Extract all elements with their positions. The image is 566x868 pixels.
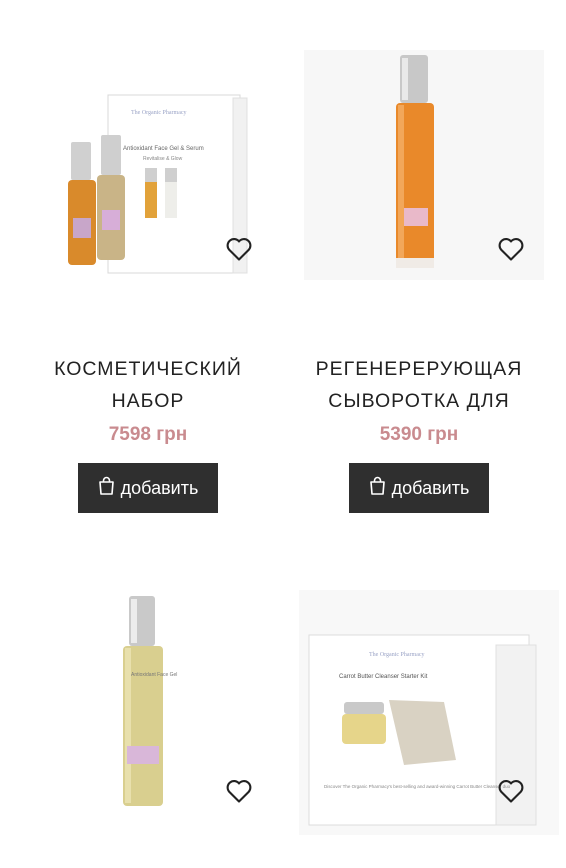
add-to-cart-button[interactable]: добавить	[78, 463, 218, 513]
box-subtext: Revitalise & Glow	[143, 156, 183, 162]
product-price: 5390 грн	[379, 424, 459, 445]
product-image[interactable]: The Organic Pharmacy Antioxidant Face Ge…	[13, 50, 283, 310]
product-card: РЕГЕНЕРЕРУЮЩАЯ СЫВОРОТКА ДЛЯ 5390 грн до…	[284, 50, 554, 520]
bottle-text: Antioxidant Face Gel	[131, 672, 177, 678]
product-title[interactable]: РЕГЕНЕРЕРУЮЩАЯ СЫВОРОТКА ДЛЯ	[284, 353, 554, 417]
box-text: Carrot Butter Cleanser Starter Kit	[339, 674, 428, 680]
product-card: The Organic Pharmacy Antioxidant Face Ge…	[13, 50, 283, 520]
wishlist-heart-icon[interactable]	[497, 236, 525, 262]
box-caption: Discover The Organic Pharmacy's best-sel…	[324, 784, 511, 789]
product-title-line2: НАБОР	[111, 390, 185, 412]
box-brand: The Organic Pharmacy	[131, 110, 187, 116]
product-card: The Organic Pharmacy Carrot Butter Clean…	[284, 590, 559, 868]
add-to-cart-button[interactable]: добавить	[349, 463, 489, 513]
wishlist-heart-icon[interactable]	[497, 778, 525, 804]
wishlist-heart-icon[interactable]	[225, 778, 253, 804]
product-price: 7598 грн	[108, 424, 188, 445]
box-brand: The Organic Pharmacy	[369, 652, 425, 658]
product-title[interactable]: КОСМЕТИЧЕСКИЙ НАБОР	[13, 353, 283, 417]
product-title-line1: РЕГЕНЕРЕРУЮЩАЯ	[315, 358, 523, 380]
shopping-bag-icon	[369, 476, 386, 500]
wishlist-heart-icon[interactable]	[225, 236, 253, 262]
shopping-bag-icon	[98, 476, 115, 500]
product-card: Antioxidant Face Gel	[13, 590, 283, 868]
add-to-cart-label: добавить	[391, 477, 470, 498]
add-to-cart-label: добавить	[120, 477, 199, 498]
product-title-line1: КОСМЕТИЧЕСКИЙ	[54, 358, 242, 380]
product-image[interactable]	[284, 50, 554, 310]
product-title-line2: СЫВОРОТКА ДЛЯ	[328, 390, 510, 412]
box-text: Antioxidant Face Gel & Serum	[123, 146, 204, 152]
